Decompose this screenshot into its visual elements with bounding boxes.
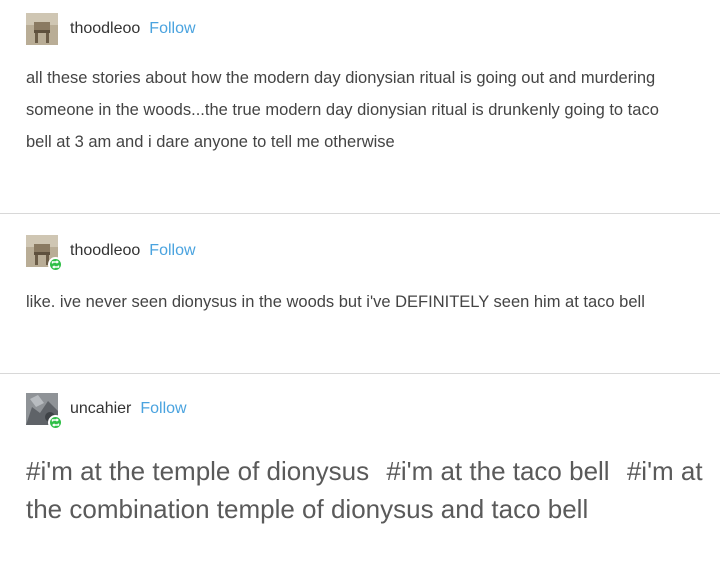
follow-button[interactable]: Follow: [140, 400, 186, 418]
post-header: thoodleoo Follow: [26, 12, 196, 46]
post-3: uncahier Follow #i'm at the temple of di…: [0, 374, 720, 569]
post-2: thoodleoo Follow like. ive never seen di…: [0, 214, 720, 374]
post-header: thoodleoo Follow: [26, 234, 196, 272]
gray-photo-avatar-icon[interactable]: [26, 393, 63, 430]
post-text: all these stories about how the modern d…: [26, 69, 659, 151]
follow-button[interactable]: Follow: [149, 20, 195, 38]
tag-list: #i'm at the temple of dionysus #i'm at t…: [26, 452, 706, 528]
username-link[interactable]: thoodleoo: [70, 242, 140, 260]
reblog-icon: [48, 415, 63, 430]
chair-photo-avatar-icon[interactable]: [26, 235, 63, 272]
post-1: thoodleoo Follow all these stories about…: [0, 0, 720, 214]
follow-button[interactable]: Follow: [149, 242, 195, 260]
chair-photo-avatar-icon[interactable]: [26, 13, 58, 45]
tag-link[interactable]: #i'm at the taco bell: [386, 456, 609, 486]
post-header: uncahier Follow: [26, 392, 187, 430]
username-link[interactable]: thoodleoo: [70, 20, 140, 38]
tag-link[interactable]: #i'm at the temple of dionysus: [26, 456, 369, 486]
post-text: like. ive never seen dionysus in the woo…: [26, 293, 645, 311]
username-link[interactable]: uncahier: [70, 400, 131, 418]
reblog-icon: [48, 257, 63, 272]
